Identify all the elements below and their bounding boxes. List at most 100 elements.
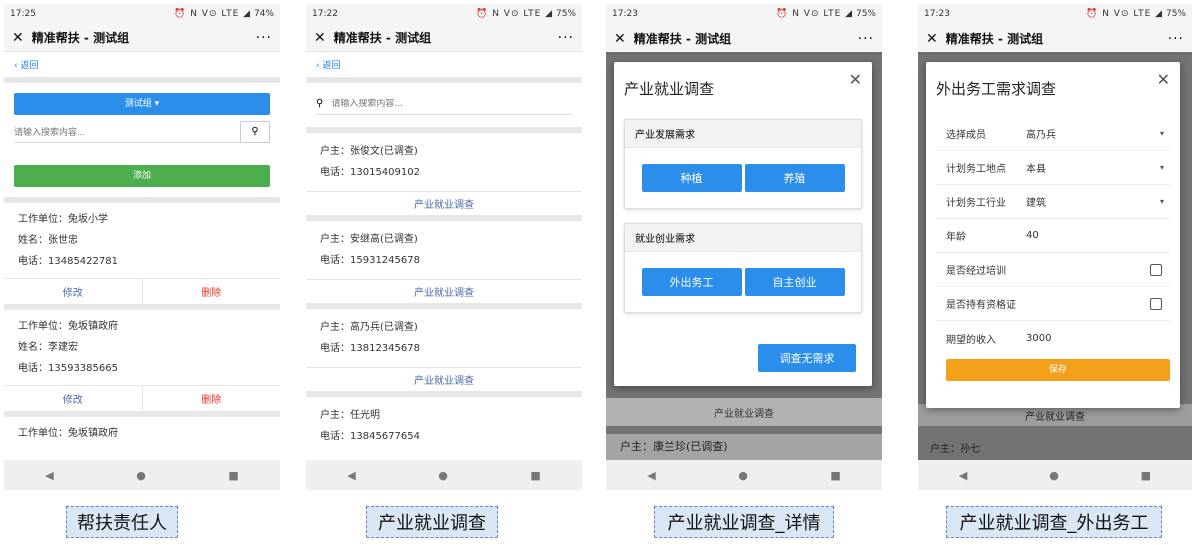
- list-item: 工作单位：兔坂小学 姓名：张世忠 电话：13485422781: [18, 214, 118, 267]
- background-survey-link: 产业就业调查: [606, 398, 882, 426]
- nav-recent-icon[interactable]: ■: [830, 469, 840, 482]
- battery-level: 75%: [555, 9, 576, 19]
- nav-recent-icon[interactable]: ■: [228, 469, 238, 482]
- caption-helper: 帮扶责任人: [66, 506, 178, 538]
- battery-level: 75%: [1165, 9, 1186, 19]
- caption-survey: 产业就业调查: [366, 506, 498, 538]
- status-time: 17:23: [612, 9, 638, 19]
- close-icon[interactable]: ✕: [12, 30, 24, 46]
- status-bar: 17:23 ⏰ N V⊙ LTE ◢ 75%: [606, 4, 882, 24]
- nav-home-icon[interactable]: ●: [738, 469, 748, 482]
- work-location-select[interactable]: 计划务工地点 本县 ▾: [936, 151, 1170, 185]
- screen-migrant-work-survey: 17:23 ⏰ N V⊙ LTE ◢ 75% ✕ 精准帮扶 - 测试组 ··· …: [918, 4, 1192, 490]
- chevron-down-icon: ▾: [1159, 163, 1164, 172]
- nav-home-icon[interactable]: ●: [1049, 469, 1059, 482]
- survey-modal: 产业就业调查 ✕ 产业发展需求 种植 养殖 就业创业需求 外出务工 自主创业 调…: [614, 62, 872, 386]
- edit-button[interactable]: 修改: [4, 279, 143, 304]
- group-dropdown[interactable]: 测试组 ▾: [14, 93, 270, 115]
- employment-panel: 就业创业需求 外出务工 自主创业: [624, 223, 862, 313]
- back-link[interactable]: ‹ 返回: [306, 52, 582, 77]
- system-nav-bar: ◀ ● ■: [918, 460, 1192, 490]
- work-industry-select[interactable]: 计划务工行业 建筑 ▾: [936, 185, 1170, 219]
- title-bar: ✕ 精准帮扶 - 测试组 ···: [918, 24, 1192, 54]
- migrant-work-modal: 外出务工需求调查 ✕ 选择成员 高乃兵 ▾ 计划务工地点 本县 ▾ 计划务工行业…: [926, 62, 1180, 408]
- close-icon[interactable]: ✕: [926, 31, 938, 47]
- age-field[interactable]: 年龄 40: [936, 219, 1170, 253]
- breeding-button[interactable]: 养殖: [744, 164, 845, 192]
- household-item: 户主：安继高(已调查) 电话：15931245678: [320, 234, 420, 266]
- status-bar: 17:25 ⏰ N V⊙ LTE ◢ 74%: [4, 4, 280, 24]
- screen-survey-detail: 17:23 ⏰ N V⊙ LTE ◢ 75% ✕ 精准帮扶 - 测试组 ··· …: [606, 4, 882, 490]
- household-item: 户主：任光明 电话：13845677654: [320, 410, 420, 442]
- nav-back-icon[interactable]: ◀: [45, 469, 53, 482]
- modal-title: 产业就业调查: [624, 80, 715, 98]
- no-need-button[interactable]: 调查无需求: [758, 344, 856, 372]
- survey-link[interactable]: 产业就业调查: [306, 367, 582, 391]
- title-bar: ✕ 精准帮扶 - 测试组 ···: [4, 24, 280, 52]
- self-employment-button[interactable]: 自主创业: [744, 268, 845, 296]
- battery-level: 74%: [253, 9, 274, 19]
- status-bar: 17:22 ⏰ N V⊙ LTE ◢ 75%: [306, 4, 582, 24]
- industry-panel: 产业发展需求 种植 养殖: [624, 119, 862, 209]
- more-icon[interactable]: ···: [256, 30, 272, 46]
- caption-survey-detail: 产业就业调查_详情: [654, 506, 834, 538]
- page-title: 精准帮扶 - 测试组: [31, 31, 130, 45]
- chevron-down-icon: ▾: [1159, 129, 1164, 138]
- status-bar: 17:23 ⏰ N V⊙ LTE ◢ 75%: [918, 4, 1192, 24]
- planting-button[interactable]: 种植: [641, 164, 742, 192]
- chevron-down-icon: ▾: [1159, 197, 1164, 206]
- income-field[interactable]: 期望的收入 3000: [936, 321, 1170, 355]
- screen-helper-list: 17:25 ⏰ N V⊙ LTE ◢ 74% ✕ 精准帮扶 - 测试组 ··· …: [4, 4, 280, 490]
- close-icon[interactable]: ✕: [314, 30, 326, 46]
- battery-level: 75%: [855, 9, 876, 19]
- system-nav-bar: ◀ ● ■: [606, 460, 882, 490]
- trained-checkbox[interactable]: [1150, 263, 1162, 276]
- page-title: 精准帮扶 - 测试组: [333, 31, 432, 45]
- caption-migrant-work: 产业就业调查_外出务工: [946, 506, 1162, 538]
- save-button[interactable]: 保存: [946, 359, 1170, 381]
- more-icon[interactable]: ···: [558, 30, 574, 46]
- certificate-row: 是否持有资格证: [936, 287, 1170, 321]
- close-icon[interactable]: ✕: [1157, 70, 1170, 89]
- survey-link[interactable]: 产业就业调查: [306, 279, 582, 303]
- title-bar: ✕ 精准帮扶 - 测试组 ···: [306, 24, 582, 52]
- system-nav-bar: ◀ ● ■: [4, 460, 280, 490]
- edit-button[interactable]: 修改: [4, 386, 143, 411]
- add-button[interactable]: 添加: [14, 165, 270, 187]
- panel-title: 就业创业需求: [625, 224, 861, 252]
- title-bar: ✕ 精准帮扶 - 测试组 ···: [606, 24, 882, 54]
- search-icon: ⚲: [316, 98, 324, 109]
- nav-recent-icon[interactable]: ■: [530, 469, 540, 482]
- member-select[interactable]: 选择成员 高乃兵 ▾: [936, 117, 1170, 151]
- more-icon[interactable]: ···: [858, 31, 874, 47]
- nav-back-icon[interactable]: ◀: [647, 469, 655, 482]
- back-link[interactable]: ‹ 返回: [4, 52, 280, 77]
- status-time: 17:23: [924, 9, 950, 19]
- survey-link[interactable]: 产业就业调查: [306, 191, 582, 215]
- trained-row: 是否经过培训: [936, 253, 1170, 287]
- search-icon[interactable]: ⚲: [240, 120, 270, 143]
- status-time: 17:22: [312, 9, 338, 19]
- background-household: 户主：康兰珍(已调查): [606, 434, 882, 460]
- search-input[interactable]: [14, 126, 240, 137]
- search-input[interactable]: [331, 98, 572, 109]
- system-nav-bar: ◀ ● ■: [306, 460, 582, 490]
- nav-home-icon[interactable]: ●: [438, 469, 448, 482]
- close-icon[interactable]: ✕: [614, 31, 626, 47]
- modal-title: 外出务工需求调查: [936, 80, 1057, 98]
- more-icon[interactable]: ···: [1168, 31, 1184, 47]
- nav-back-icon[interactable]: ◀: [347, 469, 355, 482]
- certificate-checkbox[interactable]: [1150, 297, 1162, 310]
- page-title: 精准帮扶 - 测试组: [945, 32, 1044, 46]
- panel-title: 产业发展需求: [625, 120, 861, 148]
- nav-recent-icon[interactable]: ■: [1141, 469, 1151, 482]
- nav-back-icon[interactable]: ◀: [959, 469, 967, 482]
- nav-home-icon[interactable]: ●: [136, 469, 146, 482]
- migrant-work-button[interactable]: 外出务工: [641, 268, 742, 296]
- delete-button[interactable]: 删除: [143, 279, 281, 304]
- status-icons: ⏰ N V⊙ LTE ◢: [174, 9, 252, 19]
- close-icon[interactable]: ✕: [849, 70, 862, 89]
- list-item: 工作单位：兔坂镇政府: [18, 428, 118, 439]
- list-item: 工作单位：兔坂镇政府 姓名：李建宏 电话：13593385665: [18, 321, 118, 374]
- delete-button[interactable]: 删除: [143, 386, 281, 411]
